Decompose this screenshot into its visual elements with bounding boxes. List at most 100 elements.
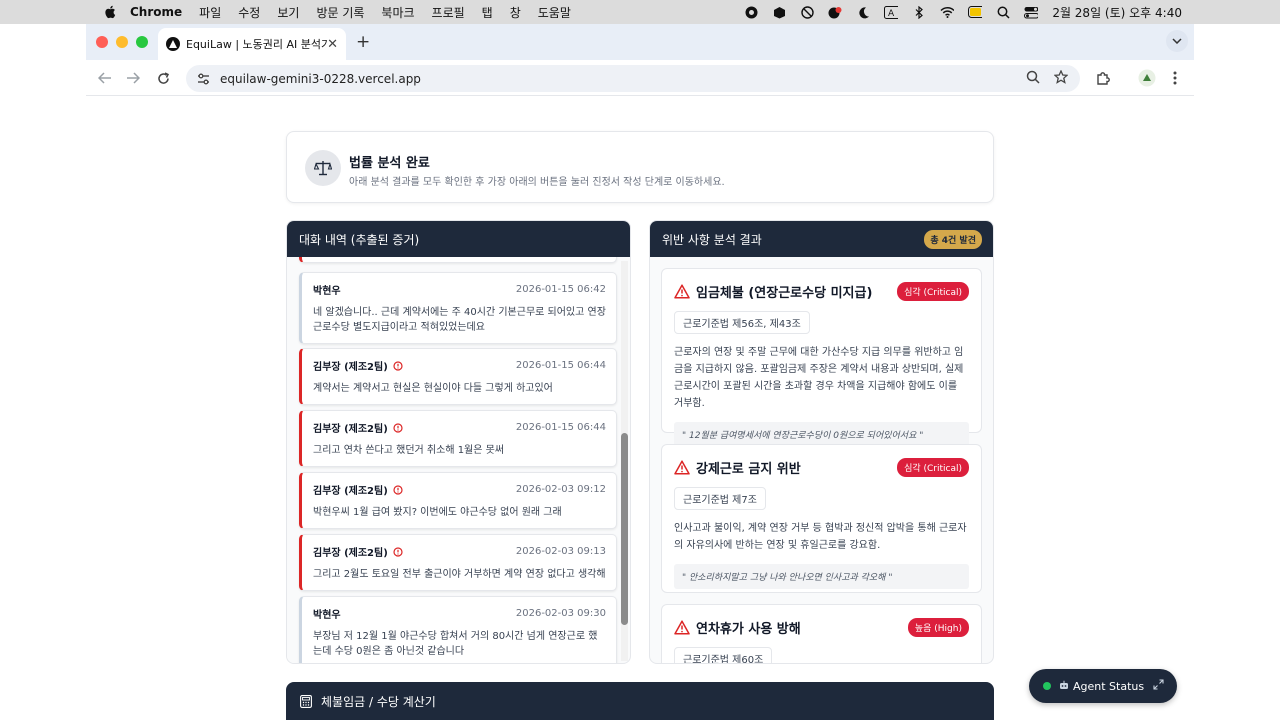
profile-avatar[interactable] <box>1138 69 1156 87</box>
message-time: 2026-01-15 06:44 <box>515 422 606 433</box>
moon-icon[interactable] <box>856 5 870 19</box>
tab-search-chevron-icon[interactable] <box>1166 30 1188 52</box>
violation-count-badge: 총 4건 발견 <box>924 230 982 249</box>
agent-status-label: Agent Status <box>1073 679 1145 693</box>
violation-card: 임금체불 (연장근로수당 미지급) 심각 (Critical) 근로기준법 제5… <box>661 268 982 447</box>
chat-panel-header: 대화 내역 (추출된 증거) <box>287 221 630 257</box>
message-sender: 박현우 <box>313 286 341 297</box>
alert-circle-icon <box>393 422 403 433</box>
macos-menu-bar: Chrome 파일 수정 보기 방문 기록 북마크 프로필 탭 창 도움말 A … <box>0 0 1280 24</box>
browser-tab-active[interactable]: EquiLaw | 노동권리 AI 분석기 ✕ <box>158 28 346 60</box>
site-favicon-icon <box>166 37 180 51</box>
violation-card: 연차휴가 사용 방해 높음 (High) 근로기준법 제60조 <box>661 604 982 663</box>
message-time: 2026-02-03 09:13 <box>515 546 606 557</box>
online-status-dot <box>1043 682 1051 690</box>
agent-status-pill[interactable]: Agent Status <box>1029 669 1177 703</box>
message-text: 부장님 저 12월 1월 야근수당 합쳐서 거의 80시간 넘게 연장근로 했는… <box>313 631 598 657</box>
violation-title: 연차휴가 사용 방해 <box>696 622 801 637</box>
address-bar[interactable]: equilaw-gemini3-0228.vercel.app <box>186 65 1080 92</box>
chat-panel-title: 대화 내역 (추출된 증거) <box>299 232 420 247</box>
menu-tab[interactable]: 탭 <box>482 4 493 21</box>
url-text[interactable]: equilaw-gemini3-0228.vercel.app <box>220 72 421 86</box>
control-center-icon[interactable] <box>1024 5 1039 19</box>
menu-window[interactable]: 창 <box>510 4 521 21</box>
evidence-quote: " 안소리하지말고 그냥 나와 안나오면 인사고과 각오해 " <box>674 564 969 589</box>
message-sender: 김부장 (제조2팀) <box>313 486 388 497</box>
search-icon[interactable] <box>996 5 1010 19</box>
cube-icon[interactable] <box>772 5 786 19</box>
calculator-icon <box>300 694 313 708</box>
analysis-status-card: 법률 분석 완료 아래 분석 결과를 모두 확인한 후 가장 아래의 버튼을 눌… <box>286 131 994 203</box>
wage-calculator-header[interactable]: 체불임금 / 수당 계산기 <box>286 682 994 720</box>
violation-list[interactable]: 임금체불 (연장근로수당 미지급) 심각 (Critical) 근로기준법 제5… <box>650 257 993 663</box>
record-icon[interactable] <box>744 5 758 19</box>
back-arrow-icon[interactable] <box>96 69 114 87</box>
site-info-icon[interactable] <box>196 72 210 86</box>
message-sender: 김부장 (제조2팀) <box>313 362 388 373</box>
chat-message-flagged: 김부장 (제조2팀) 2026-01-15 06:44 그리고 연차 쓴다고 했… <box>299 410 617 467</box>
menu-app-name[interactable]: Chrome <box>130 5 182 19</box>
window-zoom-button[interactable] <box>136 36 148 48</box>
bluetooth-icon[interactable] <box>912 5 926 19</box>
window-minimize-button[interactable] <box>116 36 128 48</box>
message-time: 2026-02-03 09:12 <box>515 484 606 495</box>
violation-description: 근로자의 연장 및 주말 근무에 대한 가산수당 지급 의무를 위반하고 임금을… <box>674 347 964 409</box>
menu-bar-clock[interactable]: 2월 28일 (토) 오후 4:40 <box>1052 4 1182 21</box>
menu-edit[interactable]: 수정 <box>238 4 260 21</box>
message-text: 네 알겠습니다.. 근데 계약서에는 주 40시간 기본근무로 되어있고 연장근… <box>313 307 606 333</box>
message-text: 계약서는 계약서고 현실은 현실이야 다들 그렇게 하고있어 <box>313 383 553 394</box>
menu-file[interactable]: 파일 <box>199 4 221 21</box>
battery-icon[interactable] <box>968 5 983 19</box>
menu-profiles[interactable]: 프로필 <box>432 4 465 21</box>
bookmark-star-icon[interactable] <box>1053 69 1069 87</box>
menu-history[interactable]: 방문 기록 <box>316 4 364 21</box>
warning-triangle-icon <box>674 619 690 636</box>
violation-description: 인사고과 불이익, 계약 연장 거부 등 협박과 정신적 압박을 통해 근로자의… <box>674 523 967 551</box>
severity-badge: 심각 (Critical) <box>897 458 969 477</box>
reload-icon[interactable] <box>154 69 172 87</box>
menu-bar-tray: A 2월 28일 (토) 오후 4:40 <box>744 0 1182 24</box>
expand-icon[interactable] <box>1153 679 1165 691</box>
svg-text:A: A <box>888 9 895 19</box>
new-tab-button[interactable]: + <box>356 32 370 52</box>
more-menu-icon[interactable] <box>1166 69 1184 87</box>
chat-scrollbar-thumb[interactable] <box>621 433 628 625</box>
alert-circle-icon <box>393 360 403 371</box>
notification-icon[interactable] <box>828 5 842 19</box>
zoom-icon[interactable] <box>1026 70 1040 87</box>
menu-bookmarks[interactable]: 북마크 <box>381 4 414 21</box>
menu-view[interactable]: 보기 <box>277 4 299 21</box>
law-reference-tag: 근로기준법 제60조 <box>674 647 773 663</box>
menu-help[interactable]: 도움말 <box>538 4 571 21</box>
tab-strip: EquiLaw | 노동권리 AI 분석기 ✕ + <box>86 24 1194 60</box>
violation-title: 임금체불 (연장근로수당 미지급) <box>696 286 873 301</box>
status-title: 법률 분석 완료 <box>349 156 430 171</box>
violation-card: 강제근로 금지 위반 심각 (Critical) 근로기준법 제7조 인사고과 … <box>661 444 982 593</box>
warning-triangle-icon <box>674 283 690 300</box>
forward-arrow-icon[interactable] <box>124 69 142 87</box>
chat-scrollbar[interactable] <box>621 261 628 661</box>
apple-icon[interactable] <box>102 5 116 19</box>
scale-icon <box>305 150 341 186</box>
chat-message: 박현우 2026-01-15 06:42 네 알겠습니다.. 근데 계약서에는 주… <box>299 272 617 344</box>
violation-title: 강제근로 금지 위반 <box>696 462 801 477</box>
tab-close-icon[interactable]: ✕ <box>327 37 338 52</box>
severity-badge: 높음 (High) <box>907 618 969 637</box>
status-description: 아래 분석 결과를 모두 확인한 후 가장 아래의 버튼을 눌러 진정서 작성 … <box>349 177 725 188</box>
chat-message-list[interactable]: 박현우 2026-01-15 06:42 네 알겠습니다.. 근데 계약서에는 주… <box>287 257 620 663</box>
extensions-puzzle-icon[interactable] <box>1094 69 1112 87</box>
chat-message-clipped <box>299 257 617 263</box>
input-source-icon[interactable]: A <box>884 5 899 19</box>
no-entry-icon[interactable] <box>800 5 814 19</box>
message-text: 그리고 연차 쓴다고 했던거 취소해 1월은 못써 <box>313 445 505 456</box>
chat-message-flagged: 김부장 (제조2팀) 2026-02-03 09:12 박현우씨 1월 급여 봤… <box>299 472 617 529</box>
wifi-icon[interactable] <box>940 5 955 19</box>
window-close-button[interactable] <box>96 36 108 48</box>
message-text: 그리고 2월도 토요일 전부 출근이야 거부하면 계약 연장 없다고 생각해 <box>313 569 606 580</box>
chat-message-flagged: 김부장 (제조2팀) 2026-02-03 09:13 그리고 2월도 토요일 … <box>299 534 617 591</box>
violation-panel-header: 위반 사항 분석 결과 총 4건 발견 <box>650 221 993 257</box>
message-sender: 김부장 (제조2팀) <box>313 424 388 435</box>
chat-history-panel: 대화 내역 (추출된 증거) 박현우 2026-01-15 06:42 네 알겠습… <box>286 220 631 664</box>
chat-message: 박현우 2026-02-03 09:30 부장님 저 12월 1월 야근수당 합쳐… <box>299 596 617 663</box>
alert-circle-icon <box>393 484 403 495</box>
